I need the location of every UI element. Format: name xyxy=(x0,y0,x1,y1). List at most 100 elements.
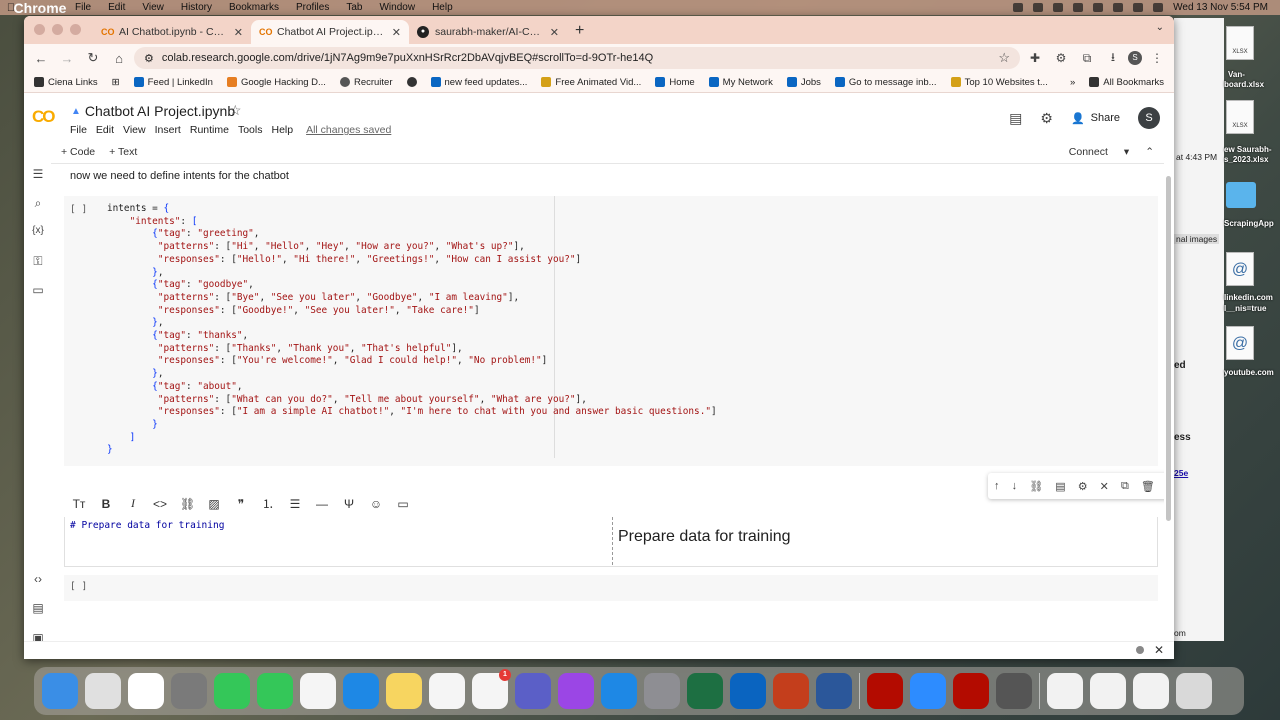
bookmark-go-to-message[interactable]: Go to message inb... xyxy=(834,77,937,88)
bold-icon[interactable]: B xyxy=(99,497,113,511)
collapse-chevron-icon[interactable]: ⌃ xyxy=(1145,146,1154,158)
add-code-button[interactable]: + Code xyxy=(61,146,95,158)
new-tab-button[interactable]: + xyxy=(567,22,592,44)
bookmark-recruiter[interactable]: Recruiter xyxy=(339,77,393,88)
podcasts-icon[interactable] xyxy=(558,673,594,709)
empty-code-cell[interactable]: [ ] xyxy=(64,575,1158,601)
bookmark-ciena-links[interactable]: Ciena Links xyxy=(34,77,98,88)
launchpad-icon[interactable] xyxy=(171,673,207,709)
colab-logo[interactable]: CO xyxy=(32,107,55,127)
document-stack-icon[interactable] xyxy=(1047,673,1083,709)
control-center-icon[interactable] xyxy=(1153,3,1164,12)
menu-view[interactable]: View xyxy=(123,124,146,136)
screenshot-stack-icon[interactable] xyxy=(1090,673,1126,709)
close-window-button[interactable] xyxy=(34,24,45,35)
bluetooth-icon[interactable] xyxy=(1073,3,1084,12)
bookmark-my-network[interactable]: My Network xyxy=(708,77,773,88)
back-arrow-icon[interactable]: ← xyxy=(30,51,52,66)
settings-gear-icon[interactable]: ⚙ xyxy=(1040,110,1053,127)
code-editor[interactable]: intents = { "intents": [ {"tag": "greeti… xyxy=(107,203,717,457)
bookmark-google-hacking[interactable]: Google Hacking D... xyxy=(226,77,326,88)
star-icon[interactable]: ☆ xyxy=(229,102,242,119)
search-icon[interactable]: ⌕ xyxy=(31,196,45,211)
xlsx-file-icon[interactable]: XLSX xyxy=(1226,26,1254,60)
avatar[interactable]: S xyxy=(1138,107,1160,129)
minimize-window-button[interactable] xyxy=(52,24,63,35)
menu-tab[interactable]: Tab xyxy=(346,2,362,13)
menu-tools[interactable]: Tools xyxy=(238,124,263,136)
folder-icon[interactable] xyxy=(1226,182,1256,208)
trash-icon[interactable] xyxy=(1176,673,1212,709)
word-icon[interactable] xyxy=(816,673,852,709)
menu-help[interactable]: Help xyxy=(432,2,453,13)
menu-bookmarks[interactable]: Bookmarks xyxy=(229,2,279,13)
bookmark-feed-linkedin[interactable]: Feed | LinkedIn xyxy=(133,77,213,88)
finder-icon[interactable] xyxy=(42,673,78,709)
markdown-cell[interactable]: # Prepare data for training Prepare data… xyxy=(64,517,1158,567)
connect-dropdown-icon[interactable]: ▾ xyxy=(1124,146,1129,158)
menu-runtime[interactable]: Runtime xyxy=(190,124,229,136)
numbered-list-icon[interactable]: ⒈ xyxy=(261,495,275,512)
acrobat-2-icon[interactable] xyxy=(953,673,989,709)
clock[interactable]: Wed 13 Nov 5:54 PM xyxy=(1173,2,1268,13)
teams-icon[interactable] xyxy=(515,673,551,709)
kebab-menu-icon[interactable]: ⋮ xyxy=(1146,51,1168,65)
save-status[interactable]: All changes saved xyxy=(306,124,391,136)
extensions-puzzle-icon[interactable]: ⧉ xyxy=(1076,51,1098,66)
wifi-icon[interactable] xyxy=(1113,3,1124,12)
menu-profiles[interactable]: Profiles xyxy=(296,2,329,13)
close-tab-icon[interactable]: ✕ xyxy=(234,26,243,39)
notebook-scrollbar[interactable] xyxy=(1166,176,1171,521)
facetime-icon[interactable] xyxy=(214,673,250,709)
add-text-button[interactable]: + Text xyxy=(109,146,137,158)
screenshot-stack-icon[interactable] xyxy=(1133,673,1169,709)
horizontal-rule-icon[interactable]: — xyxy=(315,497,329,511)
run-cell-indicator[interactable]: [ ] xyxy=(70,581,87,592)
notes-icon[interactable] xyxy=(386,673,422,709)
home-icon[interactable]: ⌂ xyxy=(108,51,130,66)
freeform-icon[interactable] xyxy=(429,673,465,709)
menu-edit[interactable]: Edit xyxy=(108,2,125,13)
chrome-icon[interactable] xyxy=(85,673,121,709)
bookmark-star-icon[interactable]: ☆ xyxy=(998,50,1010,66)
share-button[interactable]: 👤 Share xyxy=(1071,112,1120,125)
menu-edit[interactable]: Edit xyxy=(96,124,114,136)
run-cell-indicator[interactable]: [ ] xyxy=(70,204,87,215)
cloud-icon[interactable] xyxy=(1053,3,1064,12)
acrobat-icon[interactable] xyxy=(867,673,903,709)
record-icon[interactable] xyxy=(1013,3,1024,12)
system-settings-icon[interactable] xyxy=(644,673,680,709)
web-location-icon[interactable]: @ xyxy=(1226,252,1254,286)
markdown-source-editor[interactable]: # Prepare data for training xyxy=(70,520,224,531)
address-bar[interactable]: ⚙ colab.research.google.com/drive/1jN7Ag… xyxy=(134,47,1020,69)
powerpoint-icon[interactable] xyxy=(773,673,809,709)
heading-icon[interactable]: Tт xyxy=(72,497,86,511)
site-info-icon[interactable]: ⚙ xyxy=(144,52,154,65)
web-location-icon[interactable]: @ xyxy=(1226,326,1254,360)
code-icon[interactable]: <> xyxy=(153,497,167,511)
bookmark-globe[interactable] xyxy=(406,77,417,87)
text-cell[interactable]: now we need to define intents for the ch… xyxy=(70,170,289,182)
menu-history[interactable]: History xyxy=(181,2,212,13)
battery-icon[interactable] xyxy=(1093,3,1104,12)
apps-grid-icon[interactable]: ⊞ xyxy=(112,77,120,88)
profile-avatar[interactable]: S xyxy=(1128,51,1142,65)
files-folder-icon[interactable]: ▭ xyxy=(31,283,45,297)
emoji-icon[interactable]: ☺ xyxy=(369,497,383,511)
bg-link[interactable]: 25e xyxy=(1174,468,1188,478)
tab-search-chevron-icon[interactable]: ⌄ xyxy=(1156,22,1164,33)
code-cell[interactable]: [ ] intents = { "intents": [ {"tag": "gr… xyxy=(64,196,1158,466)
italic-icon[interactable]: I xyxy=(126,496,140,511)
notebook-title[interactable]: ▲ Chatbot AI Project.ipynb xyxy=(71,103,235,119)
xlsx-file-icon[interactable]: XLSX xyxy=(1226,100,1254,134)
link-icon[interactable]: ⛓ xyxy=(180,497,195,511)
zoom-window-button[interactable] xyxy=(70,24,81,35)
bookmark-top-10-websites[interactable]: Top 10 Websites t... xyxy=(950,77,1048,88)
all-bookmarks-folder[interactable]: All Bookmarks xyxy=(1089,77,1164,88)
code-snippets-icon[interactable]: ‹› xyxy=(31,572,45,586)
bulleted-list-icon[interactable]: ☰ xyxy=(288,497,302,511)
more-bookmarks-chevron-icon[interactable]: » xyxy=(1070,77,1075,88)
table-of-contents-icon[interactable]: ☰ xyxy=(31,167,45,181)
bookmark-home[interactable]: Home xyxy=(655,77,695,88)
close-status-icon[interactable]: ✕ xyxy=(1154,643,1164,657)
